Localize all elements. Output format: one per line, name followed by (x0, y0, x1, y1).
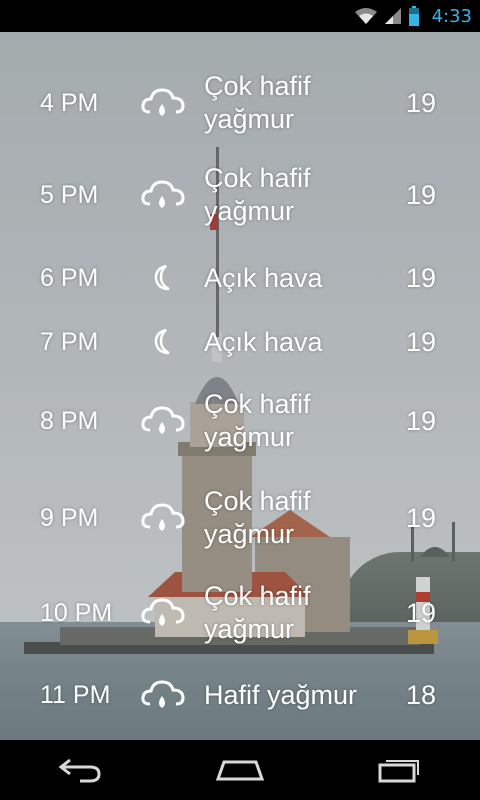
status-bar: 4:33 (0, 0, 480, 32)
forecast-row: 4 PM Çok hafif yağmur 19 (0, 70, 480, 136)
rain-cloud-icon (138, 401, 188, 441)
forecast-hour: 10 PM (40, 598, 113, 627)
status-icons: 4:33 (354, 6, 472, 27)
recent-apps-button[interactable] (360, 745, 440, 795)
forecast-row: 5 PM Çok hafif yağmur 19 (0, 162, 480, 228)
forecast-row: 11 PM Hafif yağmur 18 (0, 675, 480, 715)
forecast-row: 10 PM Çok hafif yağmur 19 (0, 580, 480, 646)
forecast-row: 6 PM Açık hava 19 (0, 258, 480, 298)
forecast-hour: 6 PM (40, 263, 99, 292)
forecast-temperature: 19 (406, 326, 437, 357)
forecast-temperature: 19 (406, 179, 437, 210)
rain-cloud-icon (138, 498, 188, 538)
forecast-row: 7 PM Açık hava 19 (0, 322, 480, 362)
navigation-bar (0, 740, 480, 800)
forecast-temperature: 19 (406, 262, 437, 293)
status-clock: 4:33 (431, 5, 472, 27)
forecast-hour: 8 PM (40, 406, 99, 435)
forecast-hour: 4 PM (40, 88, 99, 117)
forecast-condition: Çok hafif yağmur (204, 581, 311, 644)
forecast-temperature: 19 (406, 502, 437, 533)
forecast-temperature: 18 (406, 679, 437, 710)
forecast-condition: Çok hafif yağmur (204, 163, 311, 226)
forecast-screen: 4 PM Çok hafif yağmur 19 5 PM Çok hafif … (0, 32, 480, 740)
home-button[interactable] (200, 745, 280, 795)
forecast-row: 9 PM Çok hafif yağmur 19 (0, 485, 480, 551)
back-icon (58, 758, 101, 783)
rain-cloud-icon (138, 83, 188, 123)
forecast-hour: 7 PM (40, 327, 99, 356)
rain-cloud-icon (138, 675, 188, 715)
forecast-temperature: 19 (406, 597, 437, 628)
forecast-hour: 5 PM (40, 180, 99, 209)
forecast-condition: Çok hafif yağmur (204, 389, 311, 452)
recent-apps-icon (378, 760, 419, 783)
back-button[interactable] (40, 745, 120, 795)
battery-icon (408, 6, 419, 26)
moon-icon (138, 258, 188, 298)
forecast-condition: Çok hafif yağmur (204, 71, 311, 134)
wifi-icon (354, 8, 377, 24)
moon-icon (138, 322, 188, 362)
forecast-temperature: 19 (406, 405, 437, 436)
forecast-condition: Çok hafif yağmur (204, 486, 311, 549)
forecast-condition: Açık hava (204, 262, 323, 293)
forecast-hour: 11 PM (40, 680, 111, 709)
rain-cloud-icon (138, 175, 188, 215)
home-icon (216, 760, 264, 781)
signal-icon (384, 8, 401, 24)
forecast-hour: 9 PM (40, 503, 99, 532)
forecast-condition: Açık hava (204, 326, 323, 357)
rain-cloud-icon (138, 593, 188, 633)
forecast-temperature: 19 (406, 87, 437, 118)
forecast-condition: Hafif yağmur (204, 679, 358, 710)
forecast-row: 8 PM Çok hafif yağmur 19 (0, 388, 480, 454)
